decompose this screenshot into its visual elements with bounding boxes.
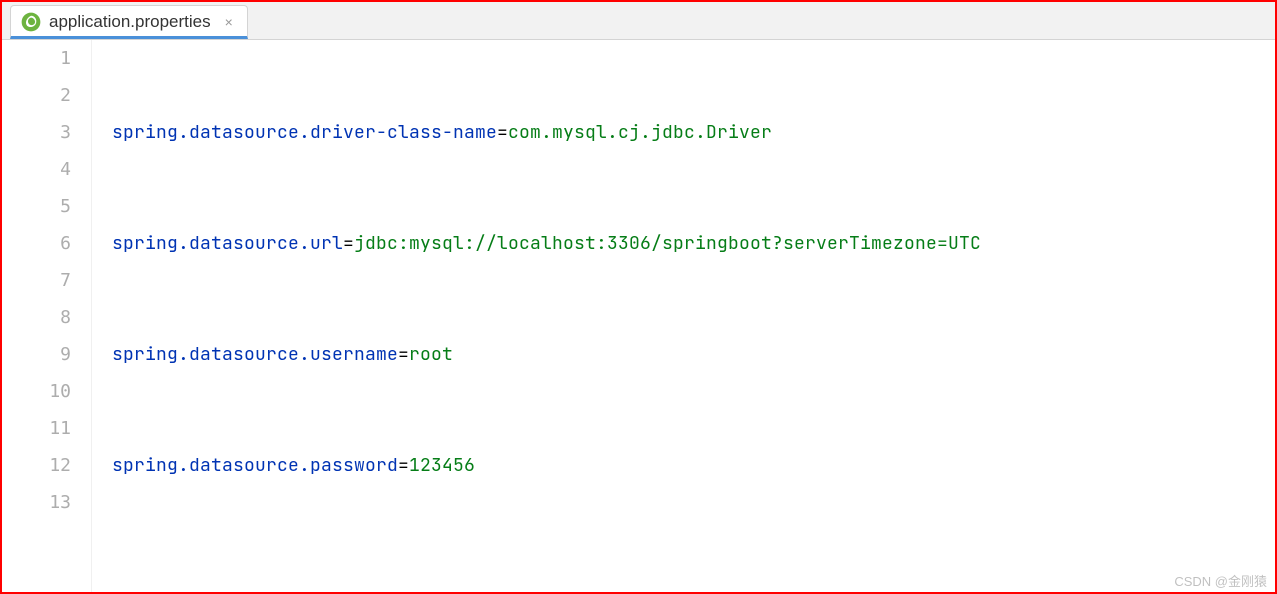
tab-title: application.properties	[49, 12, 211, 32]
line-number: 11	[2, 410, 71, 447]
code-editor[interactable]: 1 2 3 4 5 6 7 8 9 10 11 12 13 spring.dat…	[2, 40, 1275, 592]
line-number: 7	[2, 262, 71, 299]
code-line[interactable]	[112, 558, 1275, 592]
line-number: 9	[2, 336, 71, 373]
line-number: 8	[2, 299, 71, 336]
watermark: CSDN @金刚猿	[1174, 571, 1267, 590]
code-line[interactable]: spring.datasource.password=123456	[112, 447, 1275, 484]
line-number: 5	[2, 188, 71, 225]
line-number: 4	[2, 151, 71, 188]
code-area[interactable]: spring.datasource.driver-class-name=com.…	[92, 40, 1275, 592]
line-number: 1	[2, 40, 71, 77]
line-number: 6	[2, 225, 71, 262]
spring-icon	[21, 12, 41, 32]
line-number: 13	[2, 484, 71, 521]
code-line[interactable]: spring.datasource.url=jdbc:mysql://local…	[112, 225, 1275, 262]
code-line[interactable]: spring.datasource.username=root	[112, 336, 1275, 373]
editor-window: application.properties × 1 2 3 4 5 6 7 8…	[0, 0, 1277, 594]
line-number: 10	[2, 373, 71, 410]
line-number: 2	[2, 77, 71, 114]
code-line[interactable]: spring.datasource.driver-class-name=com.…	[112, 114, 1275, 151]
line-number: 3	[2, 114, 71, 151]
file-tab[interactable]: application.properties ×	[10, 5, 248, 39]
close-icon[interactable]: ×	[225, 14, 233, 30]
line-gutter: 1 2 3 4 5 6 7 8 9 10 11 12 13	[2, 40, 92, 592]
tab-bar: application.properties ×	[2, 2, 1275, 40]
line-number: 12	[2, 447, 71, 484]
